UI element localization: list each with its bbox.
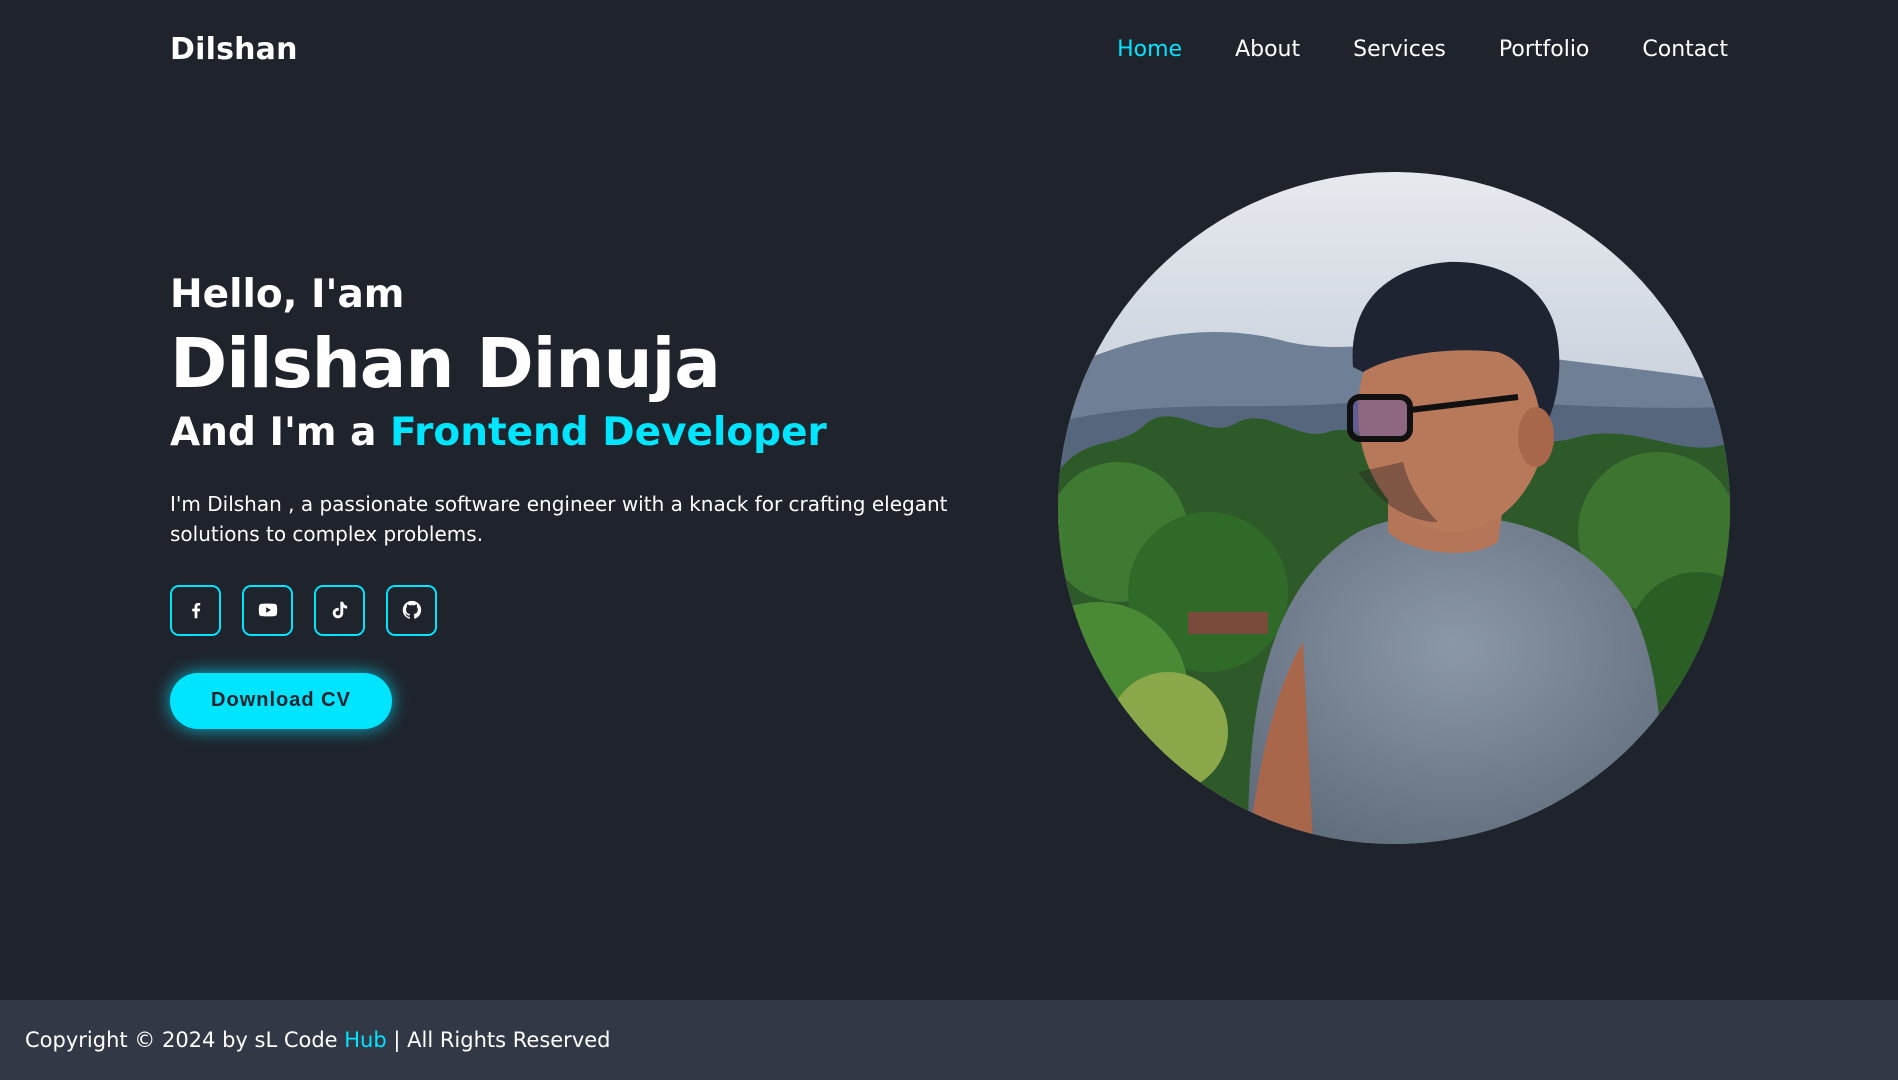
nav-link-home[interactable]: Home [1117, 37, 1182, 62]
hero-name: Dilshan Dinuja [170, 323, 721, 404]
nav-link-about[interactable]: About [1235, 37, 1300, 62]
facebook-icon [191, 603, 200, 619]
profile-photo [1058, 172, 1730, 844]
youtube-icon [258, 604, 277, 617]
copyright-suffix: | All Rights Reserved [386, 1028, 611, 1052]
tiktok-link[interactable] [314, 584, 365, 636]
hero-greeting: Hello, I'am [170, 272, 405, 317]
copyright-text: Copyright © 2024 by sL Code Hub | All Ri… [25, 1028, 611, 1052]
page: Dilshan Home About Services Portfolio Co… [0, 0, 1898, 1080]
tiktok-icon [332, 602, 347, 619]
main-nav: Home About Services Portfolio Contact [1064, 37, 1728, 62]
hero-role: And I'm a Frontend Developer [170, 410, 1050, 457]
download-cv-button[interactable]: Download CV [170, 672, 392, 729]
github-link[interactable] [386, 584, 437, 636]
site-logo[interactable]: Dilshan [170, 32, 298, 67]
nav-link-portfolio[interactable]: Portfolio [1499, 37, 1590, 62]
site-header: Dilshan Home About Services Portfolio Co… [0, 0, 1898, 98]
nav-link-services[interactable]: Services [1353, 37, 1446, 62]
copyright-prefix: Copyright © 2024 by sL Code [25, 1028, 345, 1052]
hero-role-highlight: Frontend Developer [390, 410, 827, 456]
nav-link-contact[interactable]: Contact [1642, 37, 1728, 62]
social-links [170, 584, 1050, 636]
hero-section: Hello, I'am Dilshan Dinuja And I'm a Fro… [170, 272, 1050, 729]
hero-role-prefix: And I'm a [170, 410, 391, 456]
site-footer: Copyright © 2024 by sL Code Hub | All Ri… [0, 1000, 1898, 1080]
facebook-link[interactable] [170, 584, 221, 636]
youtube-link[interactable] [242, 584, 293, 636]
hero-description: I'm Dilshan , a passionate software engi… [170, 491, 948, 546]
profile-photo-illustration [1058, 172, 1730, 844]
github-icon [402, 601, 421, 620]
copyright-highlight: Hub [344, 1028, 387, 1052]
